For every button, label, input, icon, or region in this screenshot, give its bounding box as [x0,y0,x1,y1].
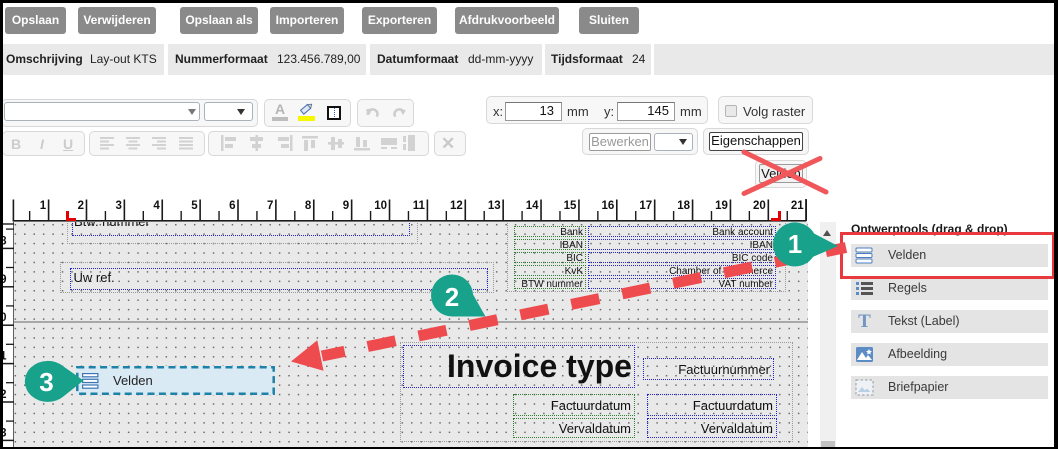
svg-text:2: 2 [445,282,459,312]
svg-text:3: 3 [39,367,53,397]
svg-text:1: 1 [788,229,802,259]
